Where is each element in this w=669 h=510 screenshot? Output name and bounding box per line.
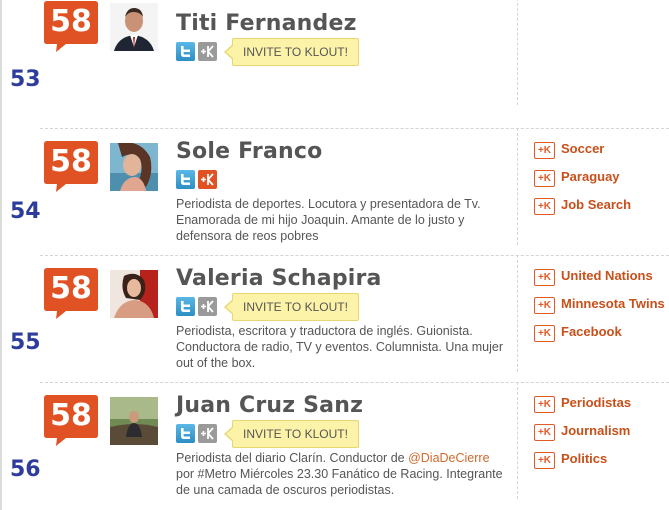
invite-to-klout-button[interactable]: INVITE TO KLOUT! [224,420,359,448]
topic-label[interactable]: Paraguay [561,169,620,184]
user-name[interactable]: Juan Cruz Sanz [176,393,363,418]
avatar[interactable] [110,143,158,191]
bio-text: Periodista del diario Clarín. Conductor … [176,451,409,465]
score-value: 58 [50,4,92,39]
rank-number: 53 [10,67,41,92]
user-name[interactable]: Titi Fernandez [176,11,357,36]
score-value: 58 [50,144,92,179]
klout-score-badge[interactable]: 58 [44,141,98,193]
topic-label[interactable]: United Nations [561,268,653,283]
twitter-icon[interactable] [176,170,195,189]
column-divider [517,0,518,105]
column-divider [517,128,518,245]
avatar[interactable] [110,270,158,318]
list-item: 55 58 Valeria Schapira INVITE TO KLOUT! … [0,255,669,382]
plus-k-icon[interactable]: +K [534,170,555,187]
user-name[interactable]: Valeria Schapira [176,266,382,291]
plus-k-icon[interactable]: +K [534,269,555,286]
klout-icon[interactable] [198,424,217,443]
user-bio: Periodista, escritora y traductora de in… [176,324,504,370]
twitter-icon[interactable] [176,424,195,443]
score-value: 58 [50,271,92,306]
topic-label[interactable]: Periodistas [561,395,631,410]
plus-k-icon[interactable]: +K [534,424,555,441]
topic-label[interactable]: Politics [561,451,607,466]
topic-label[interactable]: Journalism [561,423,630,438]
rank-number: 55 [10,330,41,355]
topic-label[interactable]: Minnesota Twins [561,296,665,311]
user-bio: Periodista del diario Clarín. Conductor … [176,450,506,498]
user-bio: Periodista de deportes. Locutora y prese… [176,197,481,243]
list-item: 56 58 Juan Cruz Sanz INVITE TO KLOUT! Pe… [0,382,669,509]
plus-k-icon[interactable]: +K [534,396,555,413]
plus-k-icon[interactable]: +K [534,452,555,469]
twitter-icon[interactable] [176,297,195,316]
topic-label[interactable]: Job Search [561,197,631,212]
list-item: 54 58 Sole Franco Periodista de deportes… [0,128,669,255]
plus-k-icon[interactable]: +K [534,297,555,314]
list-item: 53 58 Titi Fernandez INVITE TO KLOUT! [0,0,669,115]
klout-score-badge[interactable]: 58 [44,395,98,447]
row-separator [40,255,669,256]
rank-number: 54 [10,199,41,224]
plus-k-icon[interactable]: +K [534,325,555,342]
row-separator [40,382,669,383]
klout-score-badge[interactable]: 58 [44,268,98,320]
mention-link[interactable]: @DiaDeCierre [408,451,489,465]
rank-number: 56 [10,457,41,482]
user-name[interactable]: Sole Franco [176,139,322,164]
bio-text: por #Metro Miércoles 23.30 Fanático de R… [176,467,503,497]
avatar[interactable] [110,3,158,51]
invite-to-klout-button[interactable]: INVITE TO KLOUT! [224,293,359,321]
column-divider [517,382,518,499]
score-value: 58 [50,398,92,433]
invite-to-klout-button[interactable]: INVITE TO KLOUT! [224,38,359,66]
plus-k-icon[interactable]: +K [534,198,555,215]
klout-icon[interactable] [198,297,217,316]
klout-icon[interactable] [198,42,217,61]
column-divider [517,255,518,372]
plus-k-icon[interactable]: +K [534,142,555,159]
topic-label[interactable]: Facebook [561,324,622,339]
twitter-icon[interactable] [176,42,195,61]
klout-score-badge[interactable]: 58 [44,1,98,53]
klout-icon[interactable] [198,170,217,189]
row-separator [40,128,669,129]
avatar[interactable] [110,397,158,445]
topic-label[interactable]: Soccer [561,141,604,156]
